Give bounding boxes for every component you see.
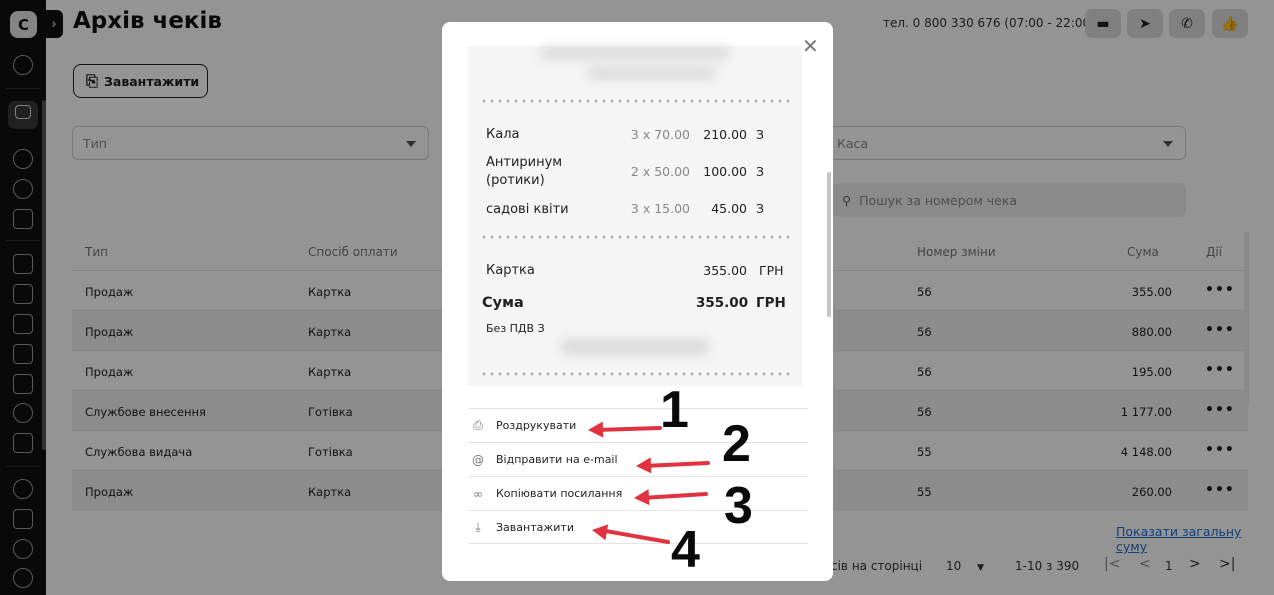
annotation-arrowhead-3 [634, 489, 650, 506]
annotation-arrow-3 [640, 492, 708, 500]
annotation-arrow-1 [594, 426, 662, 432]
annotation-number-3: 3 [724, 477, 753, 535]
annotation-arrowhead-2 [636, 457, 652, 474]
annotation-arrow-4 [598, 528, 670, 544]
annotation-number-4: 4 [671, 521, 700, 579]
annotation-number-2: 2 [722, 415, 751, 473]
annotation-arrow-2 [642, 461, 710, 468]
annotation-number-1: 1 [660, 381, 689, 439]
annotation-arrowhead-1 [588, 421, 604, 438]
annotation-arrowhead-4 [592, 524, 609, 541]
annotation-layer [588, 421, 710, 544]
